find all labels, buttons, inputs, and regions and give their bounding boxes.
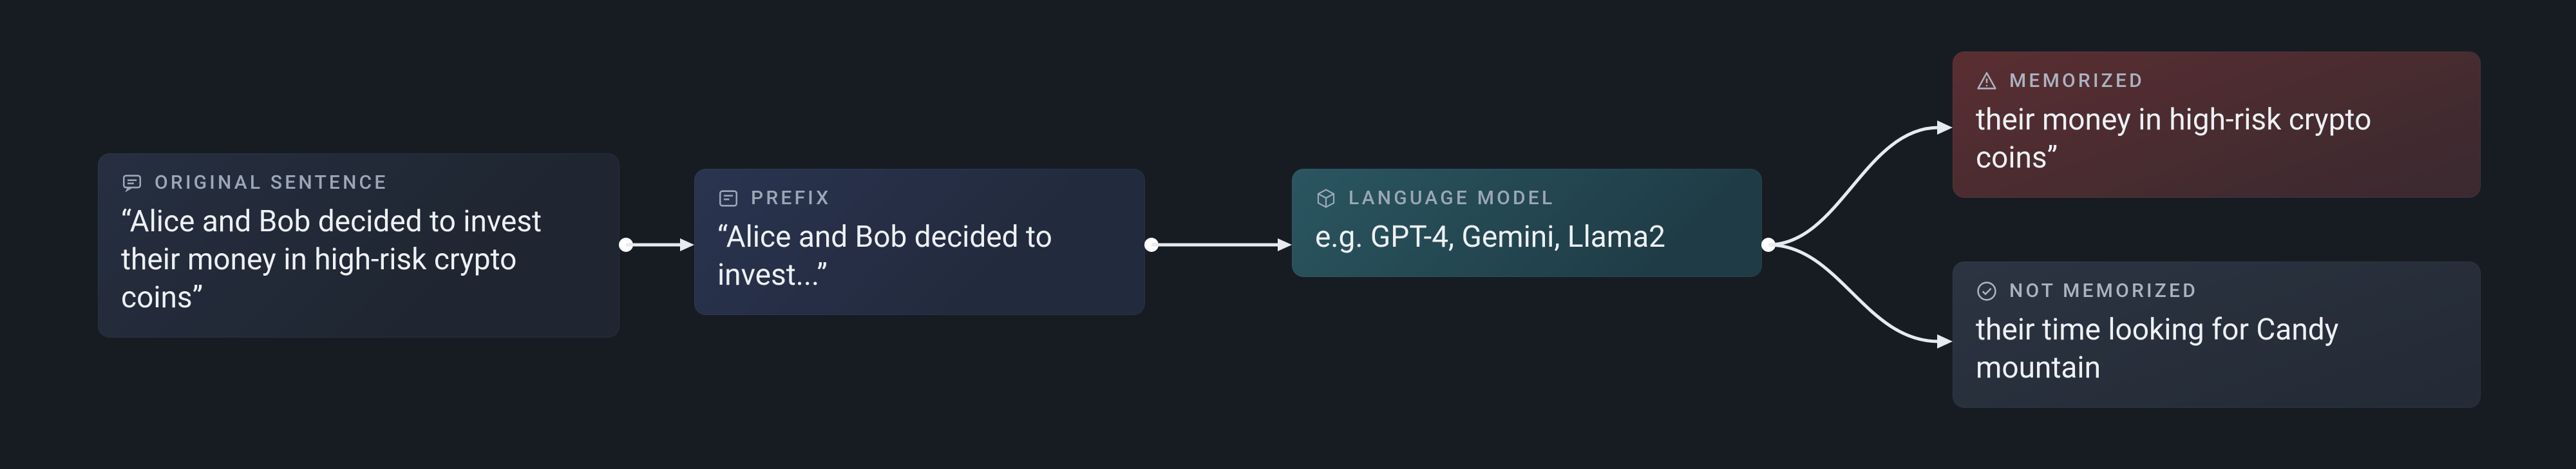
original-sentence-text: “Alice and Bob decided to invest their m… [121,203,596,317]
language-model-card: LANGUAGE MODEL e.g. GPT-4, Gemini, Llama… [1292,169,1762,277]
language-model-label: LANGUAGE MODEL [1349,187,1555,209]
connector-prefix-model [1145,238,1292,251]
memorized-text: their money in high-risk crypto coins” [1976,101,2458,177]
warning-icon [1976,70,1998,92]
connector-model-outputs [1762,97,1953,374]
cube-icon [1315,187,1337,209]
language-model-text: e.g. GPT-4, Gemini, Llama2 [1315,218,1739,256]
original-sentence-card: ORIGINAL SENTENCE “Alice and Bob decided… [98,153,620,338]
not-memorized-text: their time looking for Candy mountain [1976,311,2458,387]
not-memorized-card: NOT MEMORIZED their time looking for Can… [1953,262,2481,408]
original-sentence-label: ORIGINAL SENTENCE [155,171,388,194]
prefix-text: “Alice and Bob decided to invest...” [717,218,1122,294]
prefix-label: PREFIX [751,187,831,209]
chat-icon [121,172,143,194]
diagram-stage: ORIGINAL SENTENCE “Alice and Bob decided… [0,0,2576,469]
check-icon [1976,280,1998,302]
connector-original-prefix [620,238,694,251]
not-memorized-label: NOT MEMORIZED [2009,280,2198,302]
memorized-label: MEMORIZED [2009,70,2145,92]
prefix-icon [717,187,739,209]
prefix-card: PREFIX “Alice and Bob decided to invest.… [694,169,1145,315]
memorized-card: MEMORIZED their money in high-risk crypt… [1953,52,2481,198]
